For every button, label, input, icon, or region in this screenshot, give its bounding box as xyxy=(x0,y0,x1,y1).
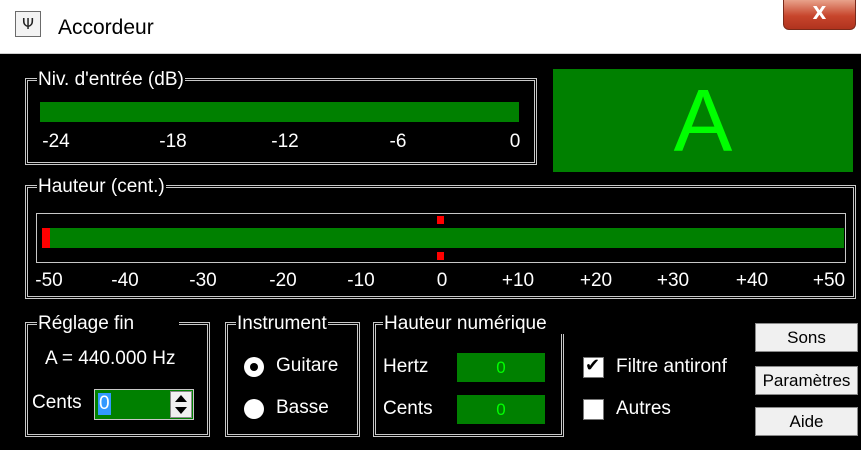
other-checkbox[interactable] xyxy=(583,399,604,420)
input-level-tick: -18 xyxy=(159,131,187,152)
center-marker-top xyxy=(437,216,444,224)
radio-basse[interactable] xyxy=(244,399,264,419)
checkmark-icon: ✔ xyxy=(585,355,601,376)
sons-button[interactable]: Sons xyxy=(755,323,858,352)
fine-cents-label: Cents xyxy=(32,392,82,413)
note-display: A xyxy=(553,69,853,172)
filter-checkbox-row[interactable]: ✔ Filtre antironf xyxy=(583,354,743,382)
hertz-label: Hertz xyxy=(383,356,429,377)
tuner-window: Ψ Accordeur X Niv. d'entrée (dB) -24 -18… xyxy=(0,0,861,450)
close-button[interactable]: X xyxy=(783,0,856,30)
instrument-option-basse[interactable]: Basse xyxy=(240,396,355,422)
spin-up-icon[interactable] xyxy=(175,395,187,402)
pitch-tick: -20 xyxy=(269,270,297,291)
window-title: Accordeur xyxy=(58,16,154,39)
tuning-fork-icon: Ψ xyxy=(15,11,41,37)
instrument-option-guitare[interactable]: Guitare xyxy=(240,354,355,380)
reference-frequency: A = 440.000 Hz xyxy=(45,348,176,369)
title-bar[interactable]: Ψ Accordeur X xyxy=(0,0,861,54)
pitch-tick: +40 xyxy=(735,270,769,291)
pitch-tick: +10 xyxy=(501,270,535,291)
digital-cents-value: 0 xyxy=(457,395,545,424)
pitch-meter xyxy=(42,228,844,248)
parametres-button[interactable]: Paramètres xyxy=(755,366,858,395)
option-label-guitare[interactable]: Guitare xyxy=(276,355,338,377)
input-level-tick: -24 xyxy=(42,131,70,152)
fine-cents-spinbox[interactable]: 0 xyxy=(94,389,194,420)
hertz-value: 0 xyxy=(457,353,545,382)
pitch-tick: +50 xyxy=(812,270,846,291)
other-checkbox-row[interactable]: Autres xyxy=(583,396,743,424)
input-level-tick: -12 xyxy=(271,131,299,152)
input-level-tick: -6 xyxy=(389,131,407,152)
fine-tuning-label: Réglage fin xyxy=(37,314,179,334)
pitch-tick: -30 xyxy=(189,270,217,291)
digital-cents-label: Cents xyxy=(383,398,433,419)
pitch-tick: -50 xyxy=(35,270,63,291)
pitch-tick: -10 xyxy=(347,270,375,291)
filter-label[interactable]: Filtre antironf xyxy=(616,356,727,378)
instrument-label: Instrument xyxy=(236,313,328,334)
pitch-label: Hauteur (cent.) xyxy=(37,176,166,197)
input-level-meter xyxy=(40,102,519,122)
pitch-needle xyxy=(42,228,50,248)
fine-cents-value[interactable]: 0 xyxy=(98,393,111,415)
option-label-basse[interactable]: Basse xyxy=(276,397,329,419)
note-name: A xyxy=(673,70,733,170)
aide-button[interactable]: Aide xyxy=(755,407,858,436)
center-marker-bottom xyxy=(437,252,444,260)
pitch-tick: 0 xyxy=(436,270,448,291)
pitch-tick: +30 xyxy=(656,270,690,291)
radio-guitare[interactable] xyxy=(244,357,264,377)
input-level-tick: 0 xyxy=(509,131,521,152)
spin-buttons[interactable] xyxy=(170,391,192,418)
digital-pitch-label: Hauteur numérique xyxy=(383,314,565,334)
pitch-tick: +20 xyxy=(579,270,613,291)
input-level-label: Niv. d'entrée (dB) xyxy=(37,69,185,90)
filter-checkbox[interactable]: ✔ xyxy=(583,355,604,378)
spin-down-icon[interactable] xyxy=(175,407,187,414)
pitch-tick: -40 xyxy=(111,270,139,291)
radio-selected-dot-icon xyxy=(250,363,258,371)
other-label[interactable]: Autres xyxy=(616,398,671,420)
